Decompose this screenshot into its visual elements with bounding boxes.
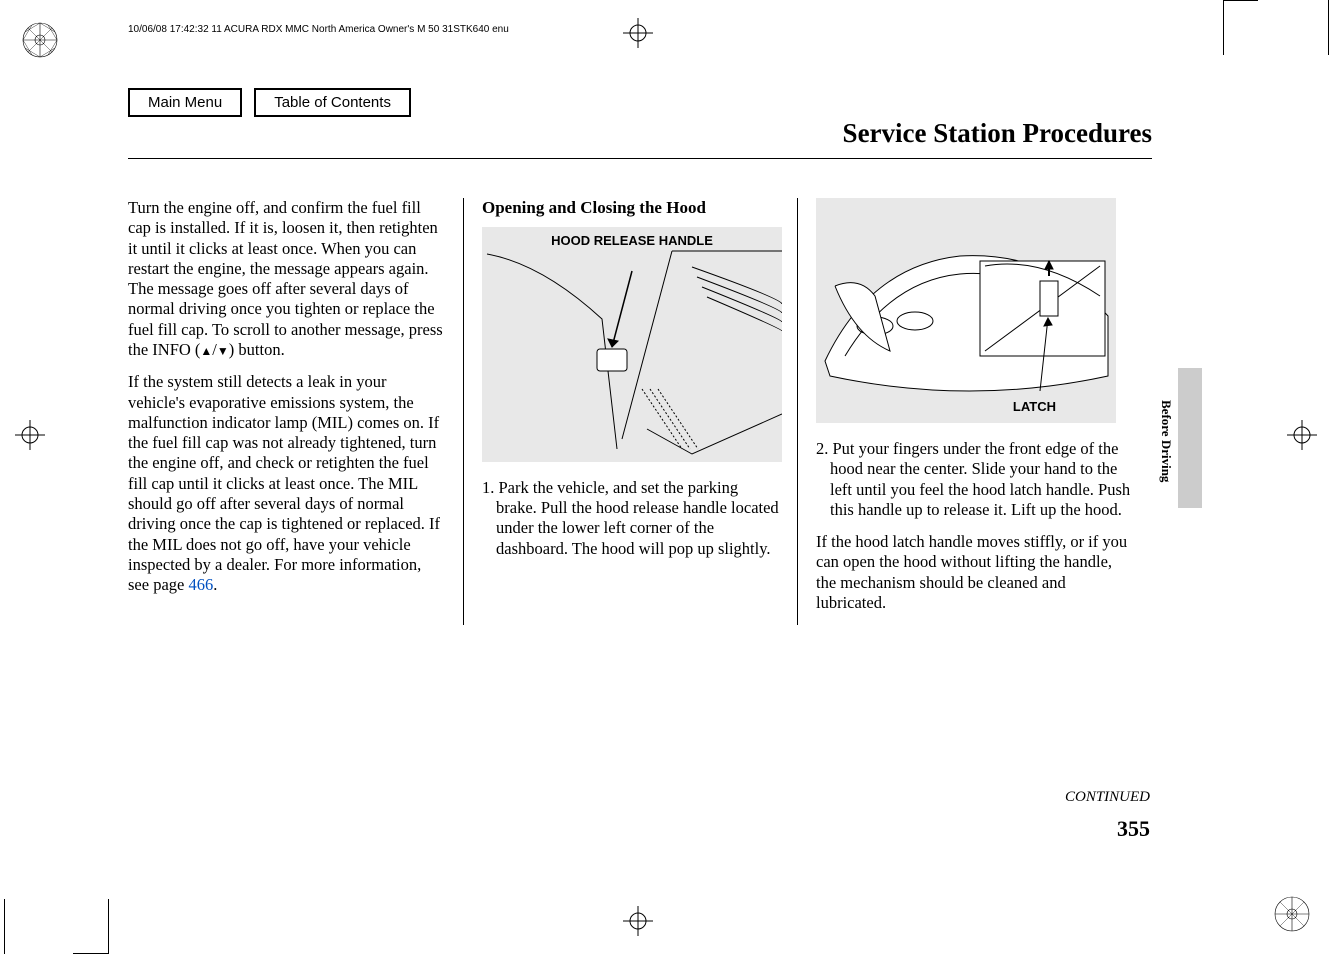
side-section-label: Before Driving [1158,400,1174,482]
figure-label: HOOD RELEASE HANDLE [482,233,782,249]
page-title: Service Station Procedures [843,118,1152,149]
registration-target-icon [623,906,653,936]
registration-target-icon [15,420,45,450]
col1-para2: If the system still detects a leak in yo… [128,372,445,595]
title-rule [128,158,1152,159]
column-3: LATCH 2. Put your fingers under the fron… [798,198,1133,625]
step-2: 2. Put your fingers under the front edge… [816,439,1133,520]
col3-para2: If the hood latch handle moves stiffly, … [816,532,1133,613]
page-number: 355 [1117,816,1150,842]
crop-mark [1223,0,1224,55]
down-triangle-icon: ▼ [217,344,229,358]
column-1: Turn the engine off, and confirm the fue… [128,198,463,625]
crop-mark [4,899,5,954]
side-tab [1178,368,1202,508]
column-2: Opening and Closing the Hood HOOD RELEAS… [463,198,798,625]
hood-release-illustration [482,249,782,459]
crop-mark [1223,0,1258,1]
hood-latch-illustration [820,206,1112,406]
continued-label: CONTINUED [1065,789,1150,806]
hood-heading: Opening and Closing the Hood [482,198,779,219]
registration-target-icon [1287,420,1317,450]
nav-buttons: Main Menu Table of Contents [128,88,411,117]
figure-hood-latch: LATCH [816,198,1116,423]
figure-hood-release: HOOD RELEASE HANDLE [482,227,782,462]
registration-ornament-icon [22,22,58,58]
registration-target-icon [623,18,653,48]
content-columns: Turn the engine off, and confirm the fue… [128,198,1133,625]
page-link-466[interactable]: 466 [188,575,213,594]
doc-header: 10/06/08 17:42:32 11 ACURA RDX MMC North… [128,24,509,35]
up-triangle-icon: ▲ [200,344,212,358]
col1-para1: Turn the engine off, and confirm the fue… [128,198,445,360]
registration-ornament-icon [1274,896,1310,932]
main-menu-button[interactable]: Main Menu [128,88,242,117]
crop-mark [108,899,109,954]
figure-label: LATCH [1013,399,1056,415]
step-1: 1. Park the vehicle, and set the parking… [482,478,779,559]
crop-mark [1328,0,1329,55]
toc-button[interactable]: Table of Contents [254,88,411,117]
